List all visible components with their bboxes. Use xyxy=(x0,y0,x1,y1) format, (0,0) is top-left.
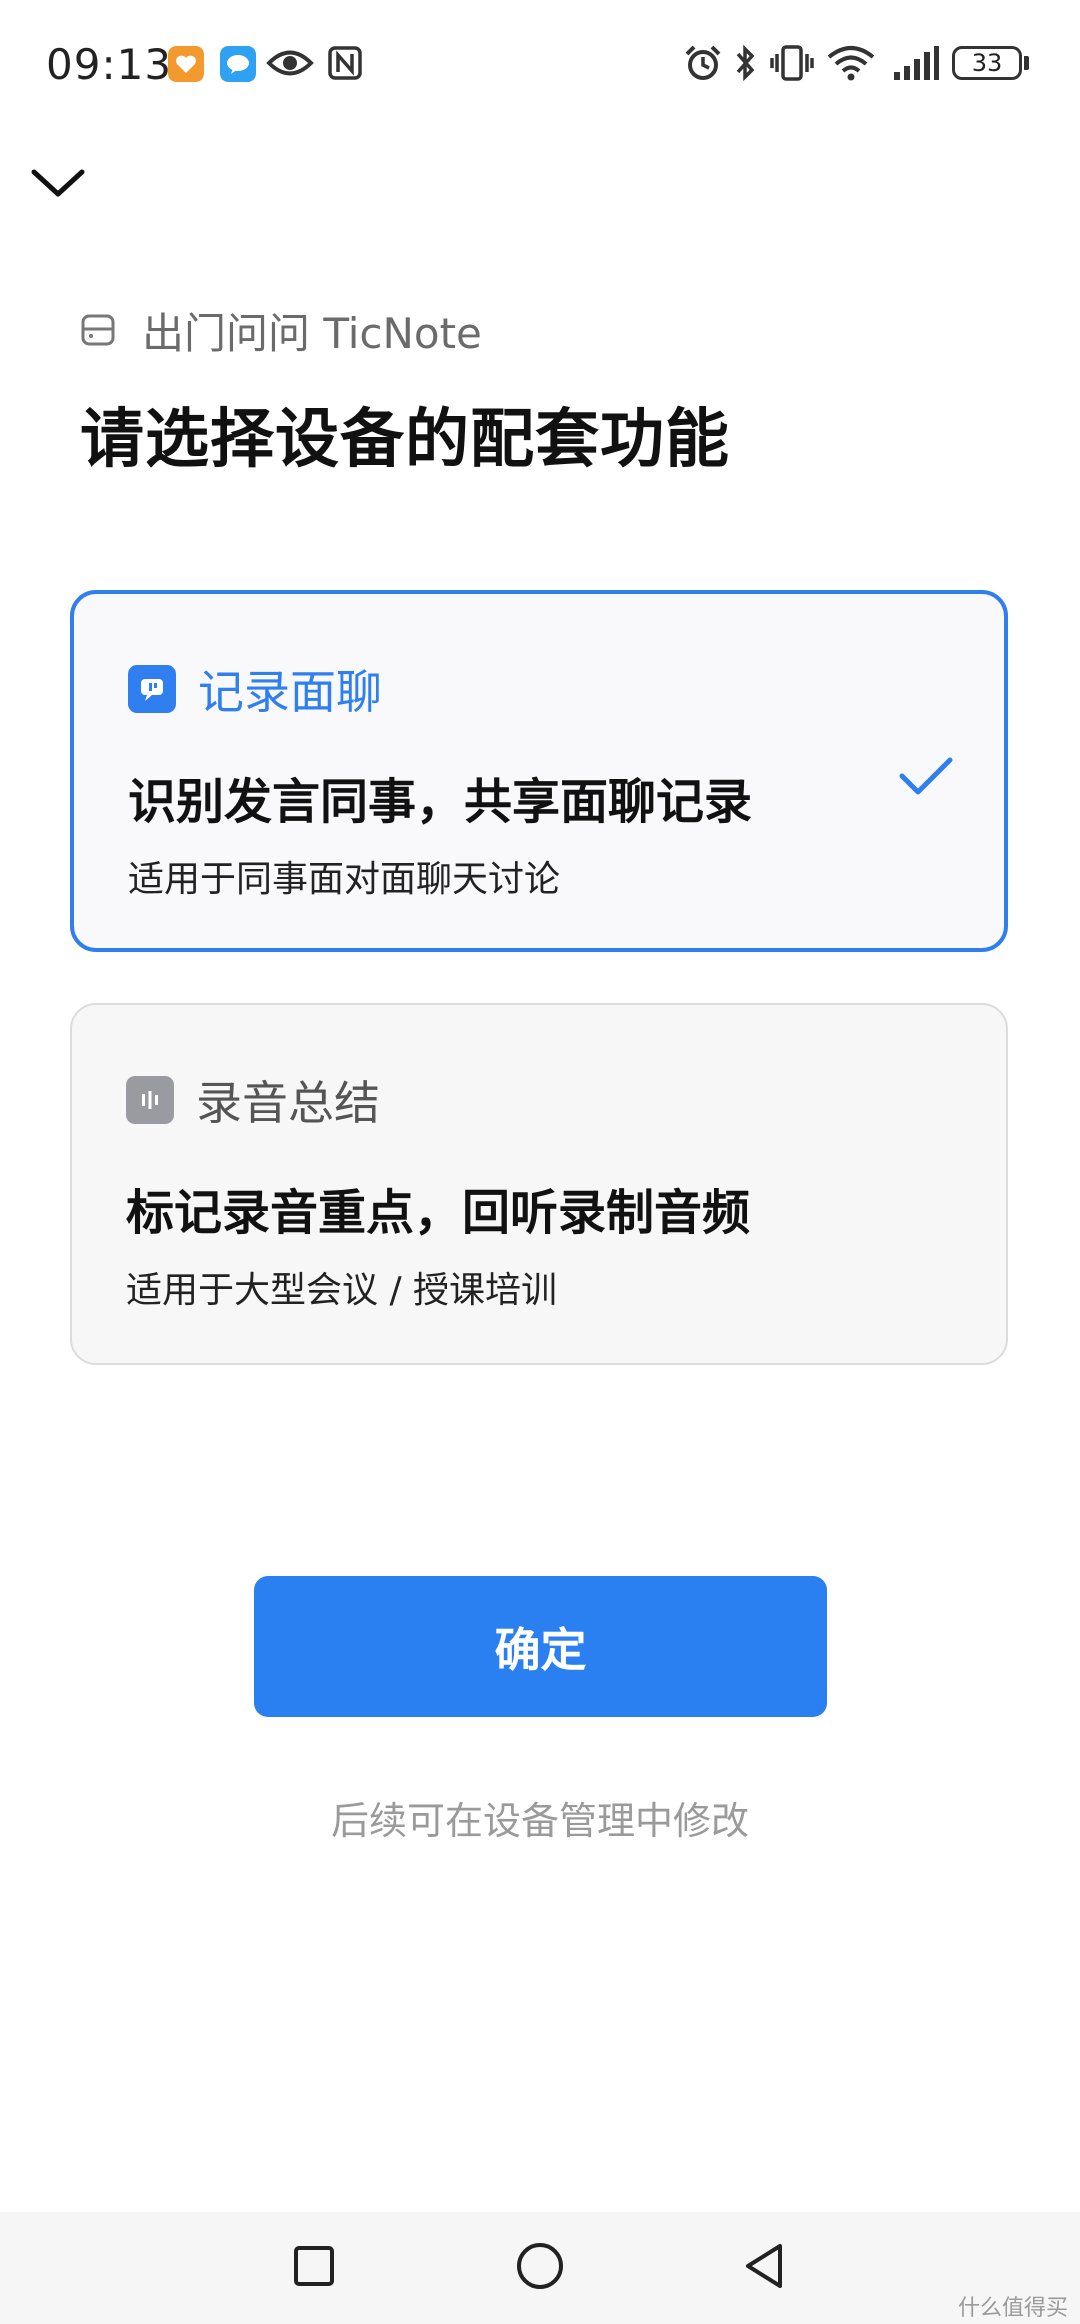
home-icon[interactable] xyxy=(508,2234,572,2298)
battery-icon: 33 xyxy=(952,46,1022,80)
app-chat-icon xyxy=(220,46,256,82)
checkmark-icon xyxy=(899,757,953,795)
alarm-icon xyxy=(685,45,721,80)
page-title: 请选择设备的配套功能 xyxy=(80,403,730,477)
status-bar: 09:13 33 xyxy=(0,0,1080,130)
option-card-record-chat[interactable]: 记录面聊 识别发言同事，共享面聊记录 适用于同事面对面聊天讨论 xyxy=(70,590,1008,952)
recents-icon[interactable] xyxy=(282,2234,346,2298)
vibrate-icon xyxy=(770,45,814,81)
option-headline: 标记录音重点，回听录制音频 xyxy=(126,1185,751,1241)
option-header: 记录面聊 xyxy=(128,656,382,722)
device-name: 出门问问 TicNote xyxy=(142,308,482,358)
chevron-down-icon[interactable] xyxy=(28,158,88,206)
device-row: 出门问问 TicNote xyxy=(80,300,482,360)
waveform-icon xyxy=(126,1076,174,1124)
status-time: 09:13 xyxy=(46,40,173,89)
battery-tip xyxy=(1024,56,1029,70)
option-description: 适用于大型会议 / 授课培训 xyxy=(126,1270,558,1311)
chat-record-icon xyxy=(128,665,176,713)
navigation-bar xyxy=(0,2212,1080,2324)
option-headline: 识别发言同事，共享面聊记录 xyxy=(128,774,753,830)
option-label: 记录面聊 xyxy=(198,665,382,719)
watermark: 什么值得买 xyxy=(957,2296,1068,2321)
device-icon xyxy=(81,314,115,346)
back-icon[interactable] xyxy=(734,2234,798,2298)
option-header: 录音总结 xyxy=(126,1067,380,1133)
hint-text: 后续可在设备管理中修改 xyxy=(330,1799,749,1843)
option-label: 录音总结 xyxy=(196,1076,380,1130)
bluetooth-icon xyxy=(736,44,755,82)
signal-icon xyxy=(894,46,939,80)
nfc-icon xyxy=(328,46,362,80)
confirm-button[interactable]: 确定 xyxy=(254,1576,827,1717)
eye-icon xyxy=(266,50,314,76)
option-description: 适用于同事面对面聊天讨论 xyxy=(128,859,561,900)
wifi-icon xyxy=(827,46,875,81)
option-card-recording-summary[interactable]: 录音总结 标记录音重点，回听录制音频 适用于大型会议 / 授课培训 xyxy=(70,1003,1008,1365)
app-orange-icon xyxy=(168,46,204,82)
